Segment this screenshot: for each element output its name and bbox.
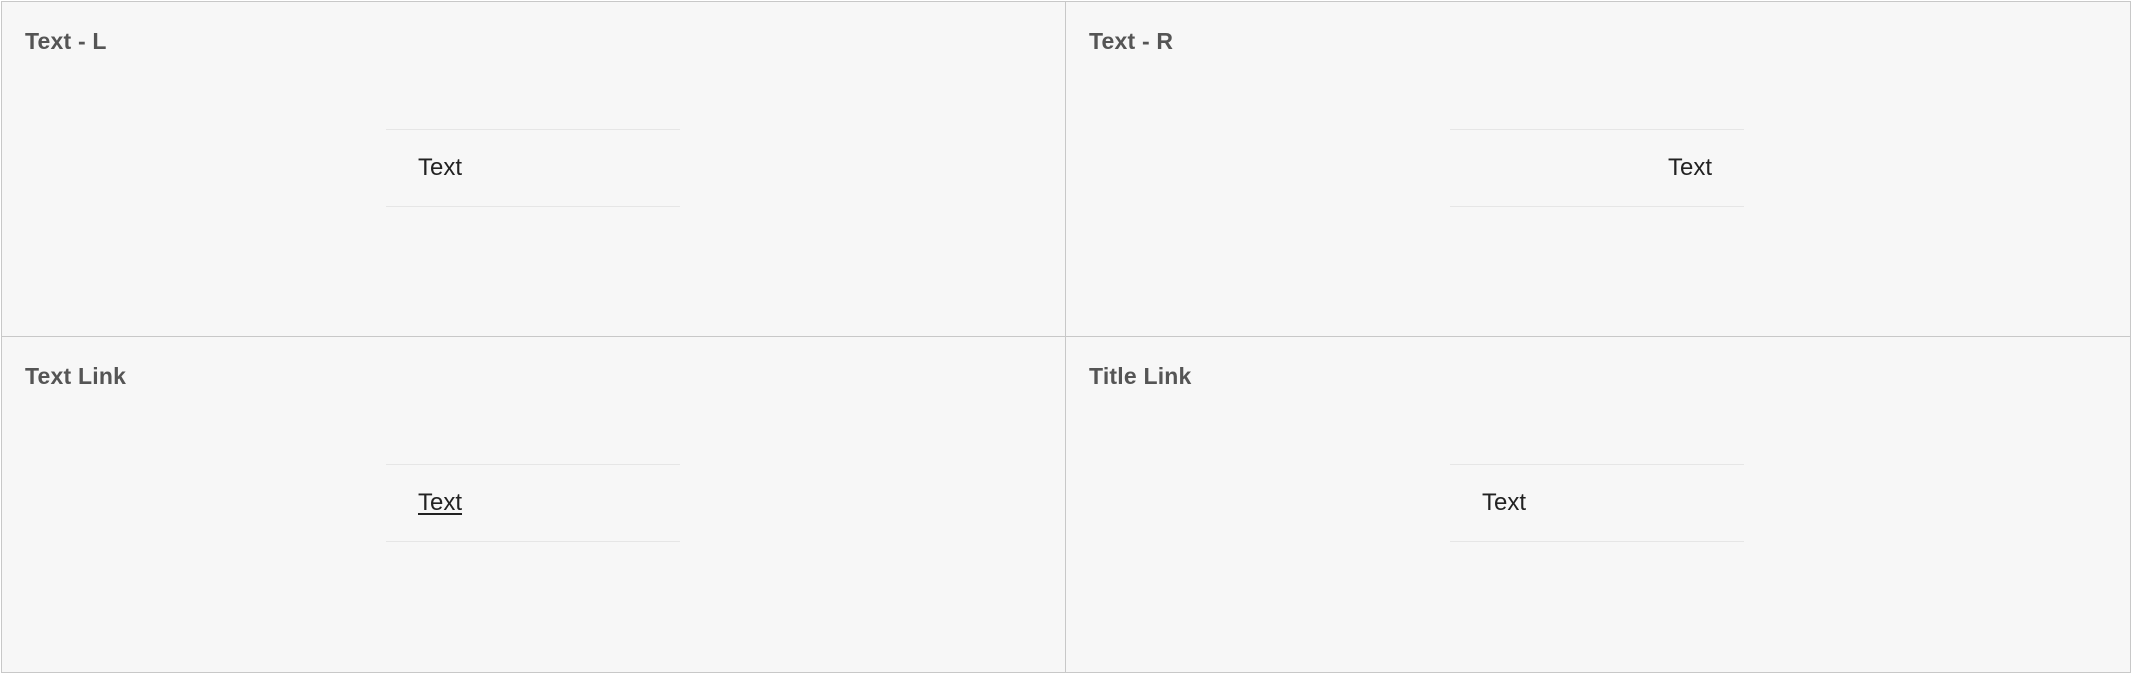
table-cell-text-link: Text — [386, 464, 680, 542]
cell-text-link[interactable]: Text — [418, 489, 462, 517]
cell-text: Text — [1667, 154, 1712, 181]
panel-text-right: Text - R Text — [1065, 1, 2131, 337]
panel-title-link: Title Link Text — [1065, 336, 2131, 673]
panel-title: Text - L — [25, 28, 107, 54]
cell-text: Text — [418, 154, 463, 181]
panel-title: Text - R — [1089, 28, 1174, 54]
table-cell-text-right: Text — [1450, 129, 1744, 207]
panel-title: Title Link — [1089, 363, 1192, 389]
variant-grid: Text - L Text Text - R Text Text Link Te… — [0, 0, 2132, 674]
table-cell-text-left: Text — [386, 129, 680, 207]
panel-text-left: Text - L Text — [1, 1, 1066, 337]
panel-title: Text Link — [25, 363, 127, 389]
panel-text-link: Text Link Text — [1, 336, 1066, 673]
cell-title-link[interactable]: Text — [1482, 489, 1526, 517]
table-cell-title-link: Text — [1450, 464, 1744, 542]
